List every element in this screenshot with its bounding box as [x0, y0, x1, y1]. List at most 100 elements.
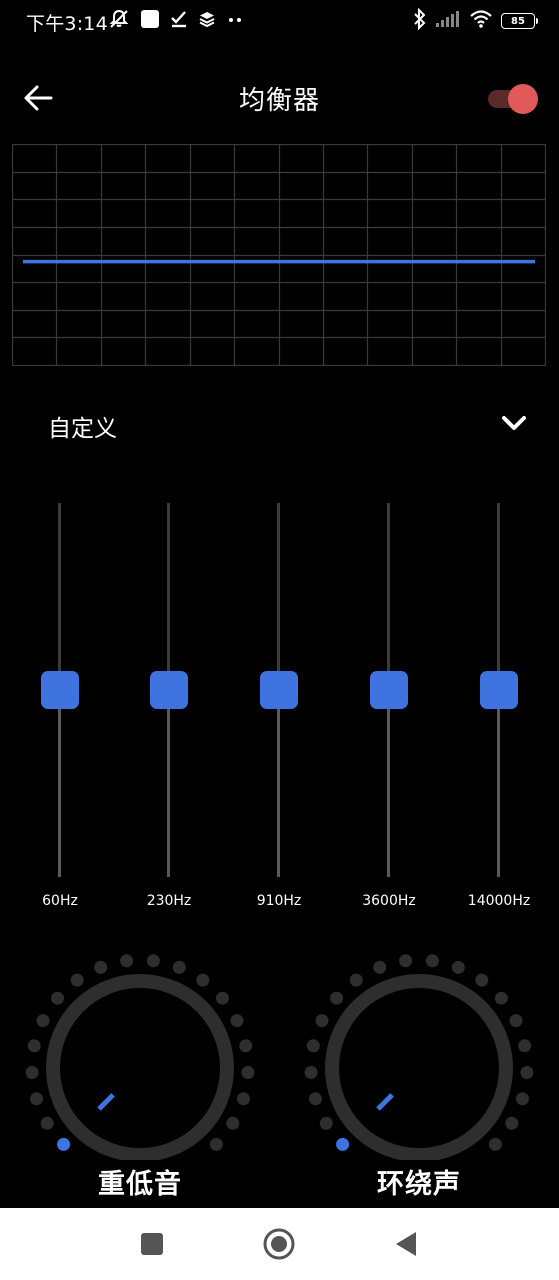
knob-level-dot [146, 954, 160, 968]
band-label: 14000Hz [467, 893, 531, 909]
slider-thumb[interactable] [260, 671, 298, 709]
home-circle-icon [261, 1228, 297, 1266]
status-right-icons: 85 [413, 7, 538, 34]
knob-label: 重低音 [98, 1169, 182, 1200]
knob-level-dot [425, 954, 439, 968]
knob-level-dot [509, 1014, 523, 1028]
slider-track-fill [387, 690, 390, 877]
knob-level-dot [330, 991, 344, 1005]
knob-ring [325, 974, 513, 1160]
bass-boost-knob[interactable]: 重低音 [20, 950, 260, 1200]
knob-level-dot [505, 1116, 519, 1130]
bluetooth-icon [413, 7, 427, 34]
knob-level-dot [27, 1039, 41, 1053]
toggle-knob [508, 84, 538, 114]
back-triangle-icon [388, 1232, 424, 1266]
slider-thumb[interactable] [370, 671, 408, 709]
knob-level-dot [309, 1092, 322, 1106]
band-slider-910hz[interactable]: 910Hz [229, 500, 329, 920]
knob-level-dot [209, 1137, 223, 1151]
system-nav-bar [0, 1208, 559, 1280]
band-label: 910Hz [256, 893, 302, 909]
band-slider-3600hz[interactable]: 3600Hz [339, 500, 439, 920]
knob-level-dot [226, 1116, 240, 1130]
knob-level-dot [451, 960, 465, 974]
knob-dial[interactable] [20, 950, 260, 1160]
knob-level-dot [516, 1092, 529, 1106]
surround-knob[interactable]: 环绕声 [299, 950, 539, 1200]
knob-level-dot [315, 1014, 329, 1028]
band-slider-60hz[interactable]: 60Hz [10, 500, 110, 920]
knob-level-dot [172, 960, 186, 974]
equalizer-enable-toggle[interactable] [486, 84, 540, 114]
slider-thumb[interactable] [480, 671, 518, 709]
knob-level-dot [70, 973, 84, 987]
slider-thumb[interactable] [41, 671, 79, 709]
slider-thumb[interactable] [150, 671, 188, 709]
knob-pointer [97, 1093, 115, 1111]
band-slider-230hz[interactable]: 230Hz [119, 500, 219, 920]
slider-track-fill [58, 690, 61, 877]
knob-level-dot [215, 991, 229, 1005]
home-button[interactable] [261, 1226, 297, 1262]
checkmark-icon [170, 10, 188, 32]
recents-button[interactable] [134, 1226, 170, 1262]
muted-bell-icon [108, 8, 130, 34]
eq-grid [12, 144, 546, 366]
app-bar: 均衡器 [0, 60, 559, 136]
knob-level-dot [319, 1116, 333, 1130]
knob-level-dot [57, 1137, 71, 1151]
knob-level-dot [304, 1066, 318, 1079]
knob-level-dot [520, 1066, 534, 1079]
knob-level-dot [239, 1039, 253, 1053]
band-sliders: 60Hz 230Hz 910Hz 3600Hz 14000Hz [0, 500, 559, 920]
wifi-icon [469, 9, 493, 33]
knob-level-dot [349, 973, 363, 987]
more-dots-icon [226, 10, 244, 32]
app-square-icon [140, 9, 160, 33]
back-nav-button[interactable] [388, 1226, 424, 1262]
battery-indicator: 85 [501, 13, 538, 29]
knob-pointer [376, 1093, 394, 1111]
knob-level-dot [306, 1039, 320, 1053]
preset-selector[interactable]: 自定义 [0, 395, 559, 451]
knob-level-dot [241, 1066, 255, 1079]
slider-track-fill [167, 690, 170, 877]
knob-level-dot [475, 973, 489, 987]
knob-label: 环绕声 [377, 1169, 461, 1200]
layers-icon [198, 10, 216, 32]
knob-level-dot [120, 954, 134, 968]
knob-level-dot [51, 991, 65, 1005]
band-label: 60Hz [42, 893, 78, 909]
knob-level-dot [30, 1092, 43, 1106]
knob-level-dot [373, 960, 387, 974]
knob-level-dot [488, 1137, 502, 1151]
band-slider-14000hz[interactable]: 14000Hz [449, 500, 549, 920]
knob-level-dot [25, 1066, 39, 1079]
page-title: 均衡器 [238, 86, 320, 116]
status-left-icons [108, 8, 244, 34]
knob-level-dot [40, 1116, 54, 1130]
knob-level-dot [336, 1137, 350, 1151]
slider-track-fill [277, 690, 280, 877]
preset-label: 自定义 [48, 416, 117, 442]
chevron-down-icon[interactable] [498, 409, 530, 437]
knob-level-dot [237, 1092, 250, 1106]
knob-level-dot [36, 1014, 50, 1028]
eq-response-graph [12, 144, 546, 366]
knob-level-dot [399, 954, 413, 968]
status-time: 下午3:14 [26, 13, 108, 35]
knob-level-dot [94, 960, 108, 974]
slider-track-fill [497, 690, 500, 877]
knob-level-dot [518, 1039, 532, 1053]
cellular-signal-icon [435, 10, 461, 32]
knob-dial[interactable] [299, 950, 539, 1160]
recents-square-icon [134, 1233, 170, 1266]
knob-level-dot [196, 973, 210, 987]
band-label: 230Hz [146, 893, 192, 909]
knob-level-dot [494, 991, 508, 1005]
status-bar: 下午3:14 85 [0, 0, 559, 40]
knob-ring [46, 974, 234, 1160]
band-label: 3600Hz [362, 893, 416, 909]
knob-level-dot [230, 1014, 244, 1028]
